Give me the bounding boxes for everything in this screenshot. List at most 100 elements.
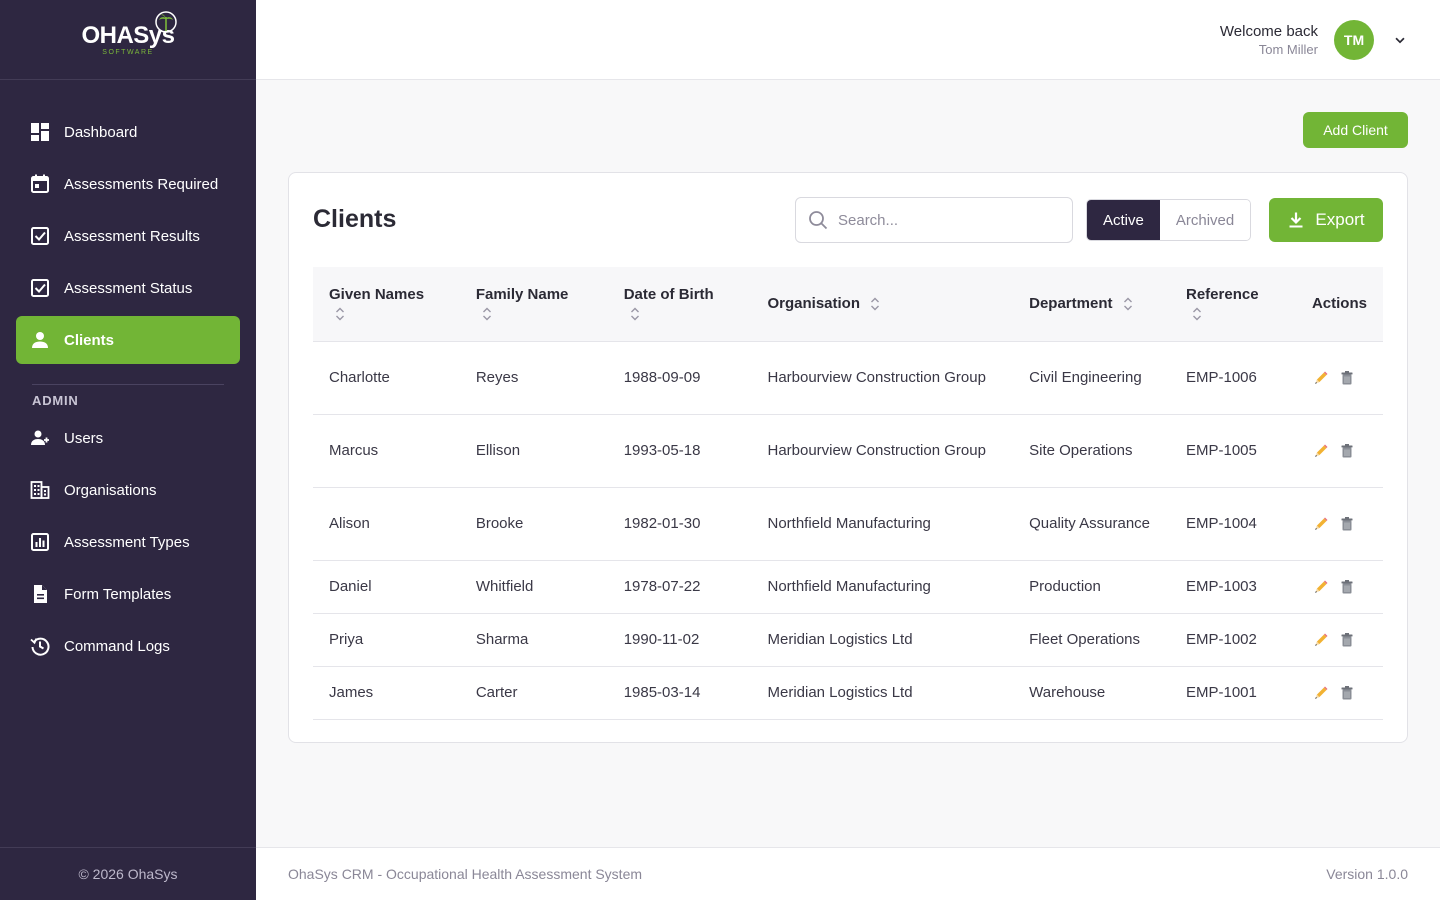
edit-icon[interactable]: [1312, 684, 1330, 702]
cell-reference: EMP-1004: [1170, 487, 1296, 561]
add-client-button[interactable]: Add Client: [1303, 112, 1408, 148]
chevron-down-icon[interactable]: [1392, 32, 1408, 48]
column-label: Date of Birth: [623, 286, 714, 304]
sidebar-item-users[interactable]: Users: [16, 414, 240, 462]
sidebar-item-form-templates[interactable]: Form Templates: [16, 570, 240, 618]
clients-card: Clients Active Archived Export Given Nam…: [288, 172, 1408, 743]
column-header-given-names[interactable]: Given Names: [313, 267, 460, 342]
user-menu[interactable]: Welcome back Tom Miller TM: [1220, 20, 1408, 60]
table-row[interactable]: Charlotte Reyes 1988-09-09 Harbourview C…: [313, 341, 1383, 415]
column-label: Actions: [1311, 295, 1367, 313]
building-icon: [30, 480, 50, 500]
sidebar-item-assessment-types[interactable]: Assessment Types: [16, 518, 240, 566]
sidebar-item-label: Assessment Status: [64, 279, 193, 297]
user-info: Welcome back Tom Miller: [1220, 22, 1318, 58]
sidebar-item-label: Assessment Results: [64, 227, 200, 245]
delete-icon[interactable]: [1338, 631, 1356, 649]
cell-actions: [1295, 487, 1383, 561]
cell-actions: [1295, 341, 1383, 415]
search-input[interactable]: [838, 211, 1058, 229]
column-header-organisation[interactable]: Organisation: [751, 267, 1014, 342]
cell-department: Quality Assurance: [1013, 487, 1170, 561]
column-header-family-name[interactable]: Family Name: [459, 267, 608, 342]
cell-organisation: Harbourview Construction Group: [751, 414, 1014, 488]
sidebar-item-assessments-required[interactable]: Assessments Required: [16, 160, 240, 208]
sidebar-item-dashboard[interactable]: Dashboard: [16, 108, 240, 156]
admin-divider: [32, 384, 224, 385]
sort-icon[interactable]: [335, 307, 345, 321]
logo-subtitle: SOFTWARE: [102, 48, 154, 56]
toggle-active[interactable]: Active: [1087, 200, 1160, 240]
sort-icon[interactable]: [1123, 297, 1133, 311]
cell-date-of-birth: 1978-07-22: [607, 560, 752, 614]
edit-icon[interactable]: [1312, 578, 1330, 596]
cell-actions: [1295, 414, 1383, 488]
checkbox-icon: [30, 226, 50, 246]
page-footer: OhaSys CRM - Occupational Health Assessm…: [256, 847, 1440, 900]
sort-icon[interactable]: [482, 307, 492, 321]
delete-icon[interactable]: [1338, 684, 1356, 702]
download-icon: [1289, 212, 1303, 228]
delete-icon[interactable]: [1338, 578, 1356, 596]
sidebar-item-label: Dashboard: [64, 123, 138, 141]
cell-actions: [1295, 560, 1383, 614]
cell-date-of-birth: 1982-01-30: [607, 487, 752, 561]
cell-organisation: Northfield Manufacturing: [751, 487, 1014, 561]
column-header-department[interactable]: Department: [1013, 267, 1170, 342]
clients-table: Given Names Family Name Date of Birth Or…: [313, 267, 1383, 720]
table-row[interactable]: Priya Sharma 1990-11-02 Meridian Logisti…: [313, 613, 1383, 667]
logo[interactable]: OHASys SOFTWARE: [81, 10, 177, 57]
toggle-archived[interactable]: Archived: [1159, 200, 1251, 240]
cell-organisation: Meridian Logistics Ltd: [751, 666, 1014, 720]
delete-icon[interactable]: [1338, 442, 1356, 460]
export-label: Export: [1315, 210, 1365, 229]
sidebar-item-assessment-status[interactable]: Assessment Status: [16, 264, 240, 312]
sort-icon[interactable]: [630, 307, 640, 321]
edit-icon[interactable]: [1312, 515, 1330, 533]
delete-icon[interactable]: [1338, 369, 1356, 387]
sidebar-item-command-logs[interactable]: Command Logs: [16, 622, 240, 670]
cell-family-name: Brooke: [459, 487, 608, 561]
edit-icon[interactable]: [1312, 369, 1330, 387]
edit-icon[interactable]: [1312, 442, 1330, 460]
avatar[interactable]: TM: [1334, 20, 1374, 60]
cell-date-of-birth: 1993-05-18: [607, 414, 752, 488]
column-header-date-of-birth[interactable]: Date of Birth: [607, 267, 752, 342]
logo-area: OHASys SOFTWARE: [0, 0, 256, 80]
cell-department: Warehouse: [1013, 666, 1170, 720]
cell-reference: EMP-1002: [1170, 613, 1296, 667]
search-field[interactable]: [795, 197, 1073, 243]
status-toggle: Active Archived: [1086, 199, 1252, 241]
sidebar-item-label: Assessments Required: [64, 175, 219, 193]
sort-icon[interactable]: [870, 297, 880, 311]
cell-given-names: James: [313, 666, 460, 720]
person-icon: [30, 330, 50, 350]
cell-family-name: Whitfield: [459, 560, 608, 614]
cell-actions: [1295, 613, 1383, 667]
cell-given-names: Alison: [313, 487, 460, 561]
cell-family-name: Reyes: [459, 341, 608, 415]
cell-date-of-birth: 1985-03-14: [607, 666, 752, 720]
edit-icon[interactable]: [1312, 631, 1330, 649]
sidebar-item-label: Users: [64, 429, 104, 447]
top-bar: Welcome back Tom Miller TM: [256, 0, 1440, 80]
sidebar: OHASys SOFTWARE Dashboard Assessments Re…: [0, 0, 256, 900]
table-row[interactable]: Alison Brooke 1982-01-30 Northfield Manu…: [313, 487, 1383, 561]
cell-department: Civil Engineering: [1013, 341, 1170, 415]
sidebar-item-assessment-results[interactable]: Assessment Results: [16, 212, 240, 260]
cell-given-names: Priya: [313, 613, 460, 667]
export-button[interactable]: Export: [1269, 198, 1383, 242]
table-row[interactable]: James Carter 1985-03-14 Meridian Logisti…: [313, 666, 1383, 720]
document-icon: [30, 584, 50, 604]
cell-reference: EMP-1001: [1170, 666, 1296, 720]
sort-icon[interactable]: [1192, 307, 1202, 321]
delete-icon[interactable]: [1338, 515, 1356, 533]
admin-section-label: ADMIN: [32, 393, 79, 408]
sidebar-item-organisations[interactable]: Organisations: [16, 466, 240, 514]
cell-given-names: Daniel: [313, 560, 460, 614]
sidebar-item-clients[interactable]: Clients: [16, 316, 240, 364]
table-row[interactable]: Marcus Ellison 1993-05-18 Harbourview Co…: [313, 414, 1383, 488]
column-header-reference[interactable]: Reference: [1170, 267, 1296, 342]
cell-given-names: Marcus: [313, 414, 460, 488]
table-row[interactable]: Daniel Whitfield 1978-07-22 Northfield M…: [313, 560, 1383, 614]
